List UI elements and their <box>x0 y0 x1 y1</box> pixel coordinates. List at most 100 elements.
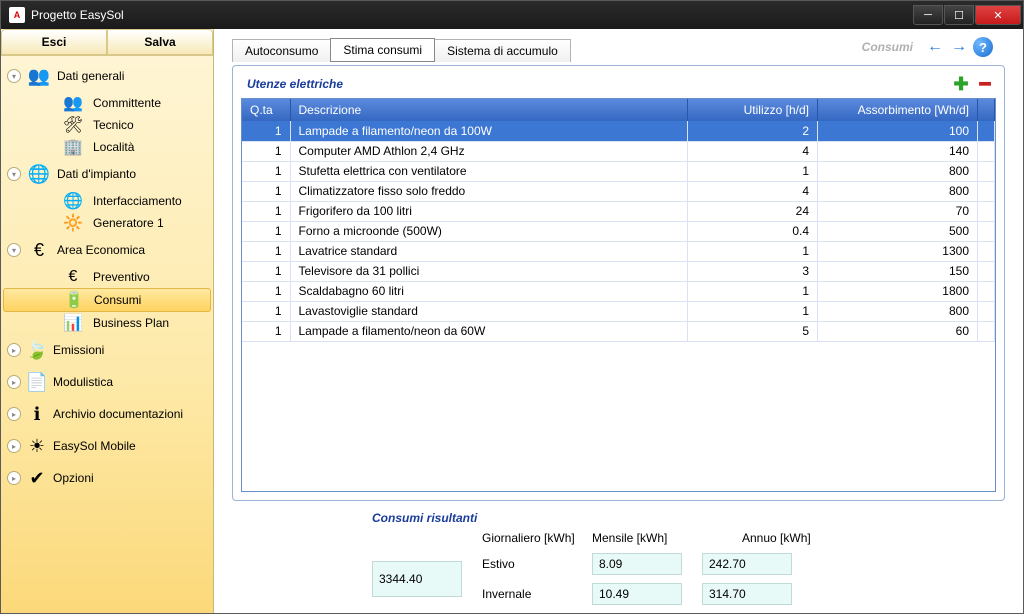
cell-util[interactable]: 1 <box>688 241 818 261</box>
nav-item[interactable]: 🔆Generatore 1 <box>3 212 211 234</box>
cell-ass[interactable]: 70 <box>818 201 978 221</box>
nav-group[interactable]: ▾🌐Dati d'impianto <box>3 158 211 190</box>
cell-util[interactable]: 2 <box>688 121 818 141</box>
tab[interactable]: Stima consumi <box>330 38 435 62</box>
exit-button[interactable]: Esci <box>1 29 107 55</box>
help-icon[interactable]: ? <box>973 37 993 57</box>
cell-desc[interactable]: Lampade a filamento/neon da 100W <box>290 121 688 141</box>
cell-qta[interactable]: 1 <box>242 281 290 301</box>
window-maximize-button[interactable]: ☐ <box>944 5 974 25</box>
table-row[interactable]: 1Lampade a filamento/neon da 60W560 <box>242 321 995 341</box>
cell-desc[interactable]: Stufetta elettrica con ventilatore <box>290 161 688 181</box>
tab[interactable]: Sistema di accumulo <box>434 39 571 62</box>
col-util[interactable]: Utilizzo [h/d] <box>688 99 818 121</box>
nav-forward-icon[interactable]: → <box>949 37 969 57</box>
cell-desc[interactable]: Scaldabagno 60 litri <box>290 281 688 301</box>
nav-item[interactable]: €Preventivo <box>3 266 211 288</box>
table-row[interactable]: 1Climatizzatore fisso solo freddo4800 <box>242 181 995 201</box>
cell-util[interactable]: 24 <box>688 201 818 221</box>
cell-ass[interactable]: 1300 <box>818 241 978 261</box>
cell-qta[interactable]: 1 <box>242 241 290 261</box>
nav-group[interactable]: ▸📄Modulistica <box>3 366 211 398</box>
cell-desc[interactable]: Forno a microonde (500W) <box>290 221 688 241</box>
table-row[interactable]: 1Lavastoviglie standard1800 <box>242 301 995 321</box>
nav-item[interactable]: 👥Committente <box>3 92 211 114</box>
cell-desc[interactable]: Televisore da 31 pollici <box>290 261 688 281</box>
cell-qta[interactable]: 1 <box>242 161 290 181</box>
cell-desc[interactable]: Frigorifero da 100 litri <box>290 201 688 221</box>
nav-group[interactable]: ▾€Area Economica <box>3 234 211 266</box>
nav-back-icon[interactable]: ← <box>925 37 945 57</box>
group-label: EasySol Mobile <box>53 439 207 453</box>
cell-util[interactable]: 1 <box>688 161 818 181</box>
cell-util[interactable]: 5 <box>688 321 818 341</box>
yearly-value[interactable]: 3344.40 <box>372 561 462 597</box>
nav-item[interactable]: 🛠Tecnico <box>3 114 211 136</box>
col-desc[interactable]: Descrizione <box>290 99 688 121</box>
cell-ass[interactable]: 150 <box>818 261 978 281</box>
nav-item[interactable]: 🔋Consumi <box>3 288 211 312</box>
cell-util[interactable]: 0.4 <box>688 221 818 241</box>
add-row-icon[interactable]: ✚ <box>950 74 972 94</box>
cell-ass[interactable]: 800 <box>818 161 978 181</box>
cell-qta[interactable]: 1 <box>242 301 290 321</box>
summer-daily[interactable]: 8.09 <box>592 553 682 575</box>
cell-ass[interactable]: 1800 <box>818 281 978 301</box>
tab[interactable]: Autoconsumo <box>232 39 331 62</box>
cell-util[interactable]: 4 <box>688 181 818 201</box>
cell-ass[interactable]: 100 <box>818 121 978 141</box>
cell-qta[interactable]: 1 <box>242 201 290 221</box>
table-row[interactable]: 1Computer AMD Athlon 2,4 GHz4140 <box>242 141 995 161</box>
col-qta[interactable]: Q.ta <box>242 99 290 121</box>
window-close-button[interactable]: ✕ <box>975 5 1021 25</box>
cell-util[interactable]: 1 <box>688 281 818 301</box>
winter-daily[interactable]: 10.49 <box>592 583 682 605</box>
nav-item[interactable]: 📊Business Plan <box>3 312 211 334</box>
nav-group[interactable]: ▸☀EasySol Mobile <box>3 430 211 462</box>
cell-desc[interactable]: Lampade a filamento/neon da 60W <box>290 321 688 341</box>
cell-ass[interactable]: 500 <box>818 221 978 241</box>
item-icon: € <box>59 266 87 288</box>
cell-qta[interactable]: 1 <box>242 321 290 341</box>
chevron-icon: ▸ <box>7 407 21 421</box>
nav-group[interactable]: ▸✔Opzioni <box>3 462 211 494</box>
nav-group[interactable]: ▸🍃Emissioni <box>3 334 211 366</box>
cell-ass[interactable]: 60 <box>818 321 978 341</box>
table-row[interactable]: 1Frigorifero da 100 litri2470 <box>242 201 995 221</box>
table-row[interactable]: 1Lampade a filamento/neon da 100W2100 <box>242 121 995 141</box>
cell-desc[interactable]: Lavatrice standard <box>290 241 688 261</box>
cell-end <box>978 281 995 301</box>
cell-desc[interactable]: Lavastoviglie standard <box>290 301 688 321</box>
table-row[interactable]: 1Forno a microonde (500W)0.4500 <box>242 221 995 241</box>
cell-util[interactable]: 4 <box>688 141 818 161</box>
cell-ass[interactable]: 140 <box>818 141 978 161</box>
nav-item[interactable]: 🌐Interfacciamento <box>3 190 211 212</box>
cell-qta[interactable]: 1 <box>242 261 290 281</box>
table-scroll[interactable]: Q.ta Descrizione Utilizzo [h/d] Assorbim… <box>241 98 996 492</box>
group-icon: € <box>25 238 53 262</box>
cell-ass[interactable]: 800 <box>818 301 978 321</box>
nav-group[interactable]: ▾👥Dati generali <box>3 60 211 92</box>
cell-ass[interactable]: 800 <box>818 181 978 201</box>
table-row[interactable]: 1Televisore da 31 pollici3150 <box>242 261 995 281</box>
save-button[interactable]: Salva <box>107 29 213 55</box>
cell-qta[interactable]: 1 <box>242 141 290 161</box>
remove-row-icon[interactable]: ━ <box>974 74 996 94</box>
cell-desc[interactable]: Climatizzatore fisso solo freddo <box>290 181 688 201</box>
nav-item[interactable]: 🏢Località <box>3 136 211 158</box>
table-row[interactable]: 1Scaldabagno 60 litri11800 <box>242 281 995 301</box>
cell-desc[interactable]: Computer AMD Athlon 2,4 GHz <box>290 141 688 161</box>
nav-group[interactable]: ▸ℹArchivio documentazioni <box>3 398 211 430</box>
window-minimize-button[interactable]: ─ <box>913 5 943 25</box>
cell-qta[interactable]: 1 <box>242 181 290 201</box>
cell-util[interactable]: 1 <box>688 301 818 321</box>
cell-util[interactable]: 3 <box>688 261 818 281</box>
summer-monthly[interactable]: 242.70 <box>702 553 792 575</box>
table-row[interactable]: 1Lavatrice standard11300 <box>242 241 995 261</box>
table-row[interactable]: 1Stufetta elettrica con ventilatore1800 <box>242 161 995 181</box>
winter-monthly[interactable]: 314.70 <box>702 583 792 605</box>
cell-qta[interactable]: 1 <box>242 221 290 241</box>
cell-qta[interactable]: 1 <box>242 121 290 141</box>
col-ass[interactable]: Assorbimento [Wh/d] <box>818 99 978 121</box>
chevron-icon: ▸ <box>7 375 21 389</box>
